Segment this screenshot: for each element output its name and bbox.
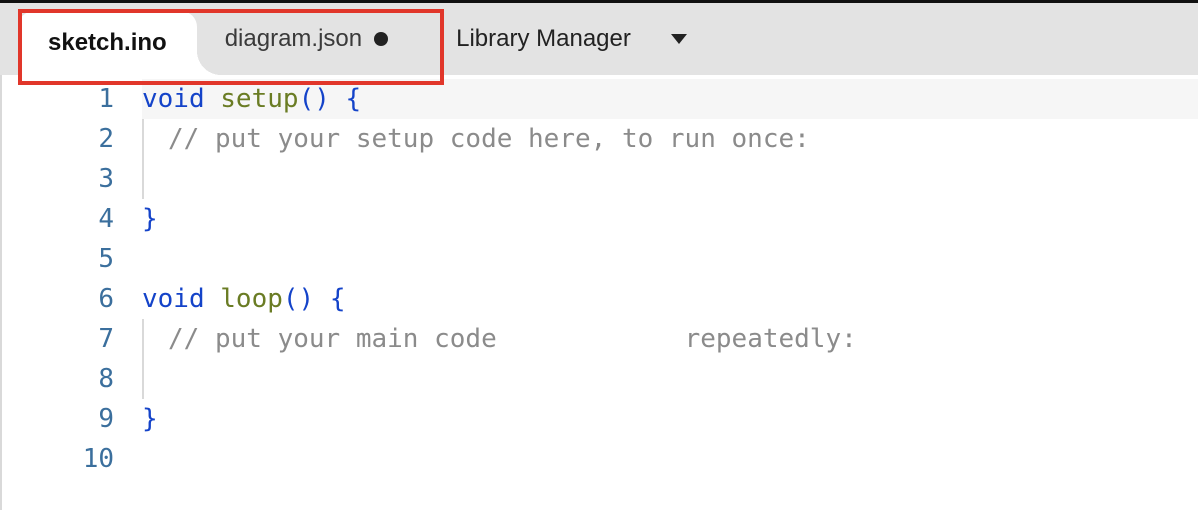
token-brace: { <box>330 284 346 314</box>
token-paren: () <box>299 84 330 114</box>
token-comment: // put your setup code here, to run once… <box>168 124 810 154</box>
token-comment: // put your main code <box>168 324 497 354</box>
code-line[interactable]: void loop() { <box>142 279 1198 319</box>
token-comment: repeatedly: <box>685 324 857 354</box>
tab-sketch-ino[interactable]: sketch.ino <box>18 11 197 75</box>
indent-guide-icon <box>142 359 144 399</box>
token-paren: () <box>283 284 314 314</box>
indent-guide-icon <box>142 159 144 199</box>
token-space <box>330 84 346 114</box>
unsaved-dot-icon <box>374 32 388 46</box>
indent-guide-icon <box>142 119 144 159</box>
code-line[interactable]: void setup() { <box>142 79 1198 119</box>
code-editor[interactable]: 1 2 3 4 5 6 7 8 9 10 void setup() { // p… <box>0 75 1198 510</box>
line-number: 6 <box>2 279 114 319</box>
line-number: 3 <box>2 159 114 199</box>
token-space <box>205 284 221 314</box>
token-keyword: void <box>142 284 205 314</box>
code-line[interactable] <box>142 359 1198 399</box>
tab-bar: sketch.ino diagram.json Library Manager <box>0 3 1198 75</box>
code-content[interactable]: void setup() { // put your setup code he… <box>142 75 1198 510</box>
line-number: 8 <box>2 359 114 399</box>
token-brace: } <box>142 204 158 234</box>
token-brace: { <box>346 84 362 114</box>
token-brace: } <box>142 404 158 434</box>
line-number: 5 <box>2 239 114 279</box>
chevron-down-icon <box>671 34 687 44</box>
code-line[interactable]: // put your setup code here, to run once… <box>142 119 1198 159</box>
menu-label: Library Manager <box>456 25 631 53</box>
token-space <box>314 284 330 314</box>
line-number: 10 <box>2 439 114 479</box>
code-line[interactable] <box>142 439 1198 479</box>
token-space <box>205 84 221 114</box>
token-function: setup <box>220 84 298 114</box>
line-number: 9 <box>2 399 114 439</box>
tab-label: diagram.json <box>225 25 362 53</box>
tab-label: sketch.ino <box>48 29 167 57</box>
line-number: 7 <box>2 319 114 359</box>
line-number: 1 <box>2 79 114 119</box>
code-line[interactable]: } <box>142 199 1198 239</box>
tab-diagram-json[interactable]: diagram.json <box>197 3 416 75</box>
indent-guide-icon <box>142 319 144 359</box>
token-gap <box>497 324 685 354</box>
line-number: 2 <box>2 119 114 159</box>
token-function: loop <box>220 284 283 314</box>
code-line[interactable]: } <box>142 399 1198 439</box>
library-manager-menu[interactable]: Library Manager <box>416 3 713 75</box>
code-line[interactable] <box>142 159 1198 199</box>
code-line[interactable]: // put your main code repeatedly: <box>142 319 1198 359</box>
code-line[interactable] <box>142 239 1198 279</box>
line-number-gutter: 1 2 3 4 5 6 7 8 9 10 <box>2 75 142 510</box>
token-keyword: void <box>142 84 205 114</box>
line-number: 4 <box>2 199 114 239</box>
